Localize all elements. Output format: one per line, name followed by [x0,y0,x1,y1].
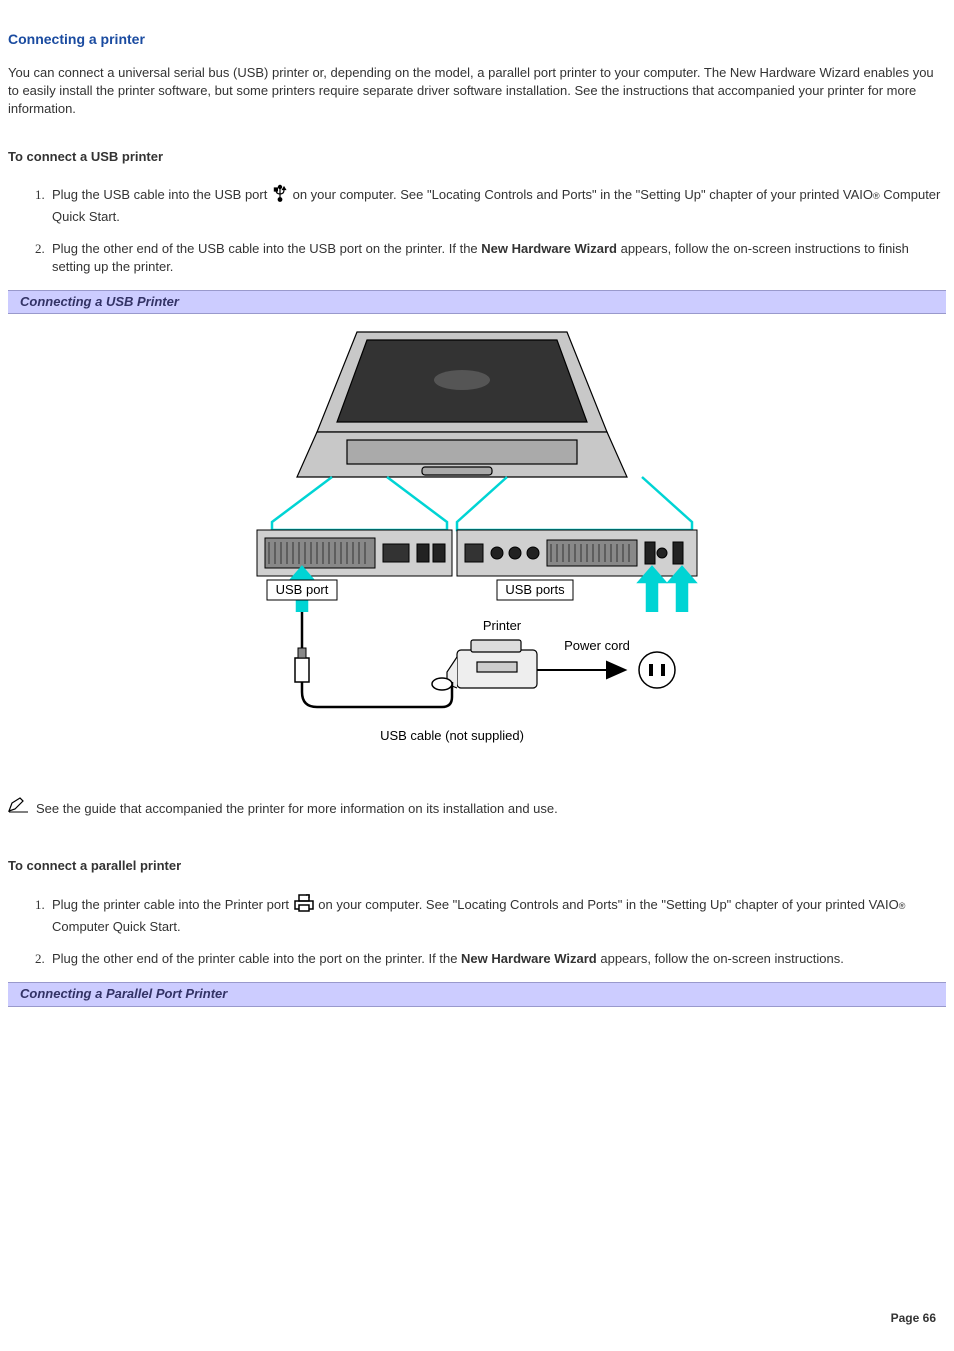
pencil-icon [8,797,30,818]
page-number: Page 66 [891,1310,936,1327]
usb-figure-caption: Connecting a USB Printer [8,290,946,314]
printer-port-icon [293,893,315,918]
parallel-step-2: Plug the other end of the printer cable … [48,950,946,968]
note: See the guide that accompanied the print… [8,797,946,818]
fig-label-usb-cable: USB cable (not supplied) [380,728,524,743]
page-title: Connecting a printer [8,30,946,50]
parallel-step-1: Plug the printer cable into the Printer … [48,893,946,936]
usb-step-2: Plug the other end of the USB cable into… [48,240,946,276]
fig-label-power-cord: Power cord [564,638,630,653]
intro-paragraph: You can connect a universal serial bus (… [8,64,946,119]
parallel-figure-caption: Connecting a Parallel Port Printer [8,982,946,1006]
usb-heading: To connect a USB printer [8,148,946,166]
parallel-heading: To connect a parallel printer [8,857,946,875]
usb-figure: USB port USB ports Printer Power cord US… [8,322,946,757]
fig-label-printer: Printer [483,618,522,633]
fig-label-usb-ports: USB ports [505,582,565,597]
usb-trident-icon [271,184,289,207]
usb-step-1: Plug the USB cable into the USB port on … [48,184,946,225]
parallel-steps: Plug the printer cable into the Printer … [8,893,946,969]
fig-label-usb-port: USB port [276,582,329,597]
usb-steps: Plug the USB cable into the USB port on … [8,184,946,276]
